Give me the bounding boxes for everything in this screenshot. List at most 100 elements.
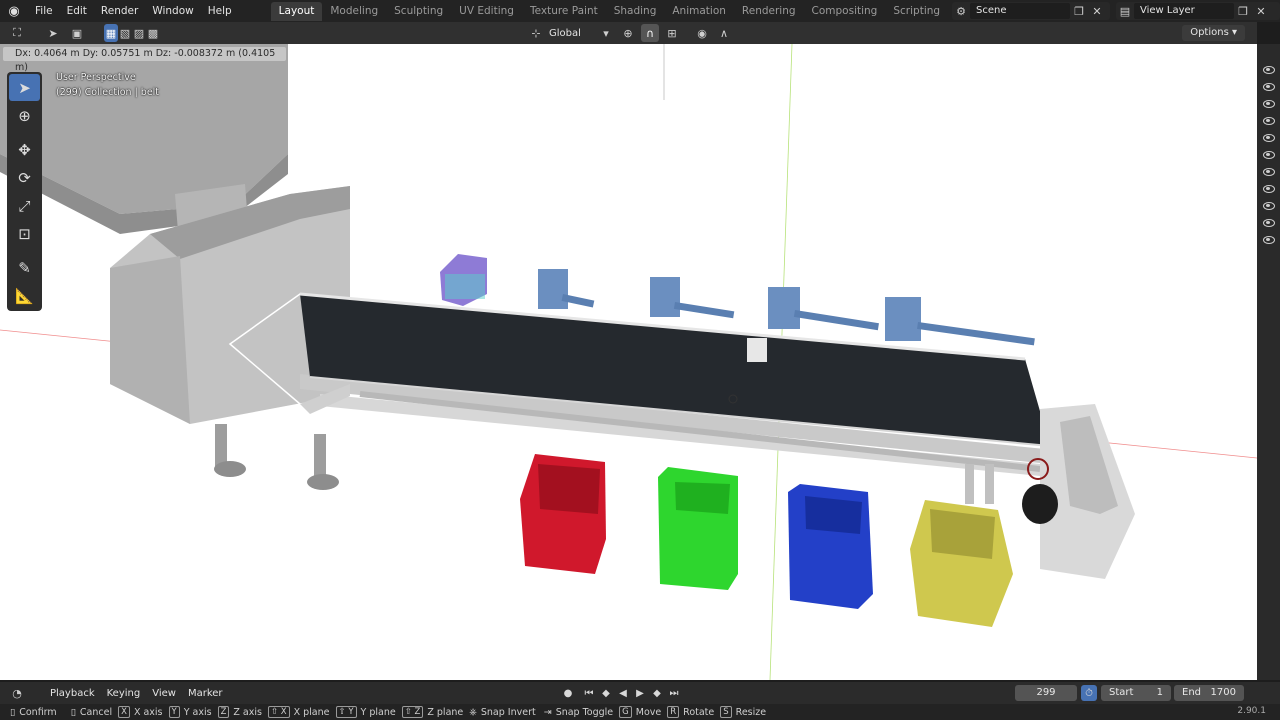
visibility-eye-icon[interactable] [1263, 66, 1275, 74]
menu-window[interactable]: Window [145, 0, 200, 22]
package-item [747, 338, 767, 362]
menu-playback[interactable]: Playback [44, 688, 101, 699]
visibility-eye-icon[interactable] [1263, 168, 1275, 176]
rotate-icon[interactable]: ⟳ [9, 164, 40, 191]
select-box-icon[interactable]: ➤ [9, 74, 40, 101]
select-tool-icon[interactable]: ➤ [44, 24, 62, 42]
visibility-eye-icon[interactable] [1263, 83, 1275, 91]
snap-toggle-icon[interactable]: ∩ [641, 24, 659, 42]
mode-intersect-icon[interactable]: ▩ [146, 24, 160, 42]
visibility-eye-icon[interactable] [1263, 185, 1275, 193]
key-shift-z: ⇧ Z [401, 706, 424, 718]
cursor-icon[interactable]: ⊕ [9, 102, 40, 129]
key-x: X [118, 706, 130, 718]
tab-animation[interactable]: Animation [664, 2, 734, 21]
menu-render[interactable]: Render [94, 0, 145, 22]
end-value: 1700 [1210, 687, 1236, 698]
proportional-falloff-icon[interactable]: ∧ [715, 24, 733, 42]
visibility-eye-icon[interactable] [1263, 151, 1275, 159]
blender-logo-icon[interactable]: ◉ [0, 0, 28, 22]
version-label: 2.90.1 [1237, 706, 1266, 716]
visibility-eye-icon[interactable] [1263, 219, 1275, 227]
select-box-mode-icon[interactable]: ▣ [68, 24, 86, 42]
status-z-axis: Z axis [233, 706, 262, 718]
mode-set-icon[interactable]: ▦ [104, 24, 118, 42]
tab-shading[interactable]: Shading [606, 2, 665, 21]
3d-viewport[interactable]: User Perspective (299) Collection | belt [0, 44, 1257, 680]
belt-leg [985, 464, 994, 504]
end-frame-field[interactable]: End 1700 [1174, 685, 1244, 701]
visibility-eye-icon[interactable] [1263, 134, 1275, 142]
sensor-arm-4 [885, 297, 1035, 346]
tab-uv-editing[interactable]: UV Editing [451, 2, 522, 21]
menu-edit[interactable]: Edit [60, 0, 94, 22]
status-resize: Resize [735, 706, 767, 718]
delete-scene-icon[interactable]: ✕ [1088, 2, 1106, 20]
collection-label: (299) Collection | belt [56, 87, 160, 98]
scene-name-field[interactable]: Scene [970, 3, 1070, 19]
new-scene-icon[interactable]: ❐ [1070, 2, 1088, 20]
move-icon[interactable]: ✥ [9, 136, 40, 163]
status-x-plane: X plane [293, 706, 330, 718]
bin-yellow [910, 500, 1013, 627]
tab-sculpting[interactable]: Sculpting [386, 2, 451, 21]
jump-start-icon[interactable]: ⏮ [581, 685, 597, 701]
shift-tab-icon: ⇥ [543, 706, 552, 718]
play-reverse-icon[interactable]: ◀ [615, 685, 631, 701]
editor-type-icon[interactable]: ⛶ [8, 24, 26, 42]
snap-target-icon[interactable]: ⊞ [663, 24, 681, 42]
timeline-editor-icon[interactable]: ◔ [8, 684, 26, 702]
visibility-eye-icon[interactable] [1263, 202, 1275, 210]
belt-leg [965, 464, 974, 504]
orientation-dropdown[interactable]: Global [549, 28, 593, 39]
menu-view[interactable]: View [146, 688, 182, 699]
start-value: 1 [1156, 687, 1163, 698]
start-frame-field[interactable]: Start 1 [1101, 685, 1171, 701]
delete-view-layer-icon[interactable]: ✕ [1252, 2, 1270, 20]
playback-controls: ● ⏮ ◆ ◀ ▶ ◆ ⏭ [560, 685, 682, 701]
key-g: G [619, 706, 632, 718]
mode-subtract-icon[interactable]: ▨ [132, 24, 146, 42]
jump-keyframe-back-icon[interactable]: ◆ [598, 685, 614, 701]
view-layer-icon[interactable]: ▤ [1116, 2, 1134, 20]
options-button[interactable]: Options ▾ [1182, 25, 1245, 41]
tab-scripting[interactable]: Scripting [885, 2, 948, 21]
pivot-point-icon[interactable]: ⊕ [619, 24, 637, 42]
scale-icon[interactable]: ⤢ [9, 192, 40, 219]
new-view-layer-icon[interactable]: ❐ [1234, 2, 1252, 20]
mouse-left-icon: ▯ [10, 706, 16, 718]
tab-rendering[interactable]: Rendering [734, 2, 804, 21]
tab-compositing[interactable]: Compositing [804, 2, 886, 21]
menu-marker[interactable]: Marker [182, 688, 229, 699]
jump-end-icon[interactable]: ⏭ [666, 685, 682, 701]
bin-red [520, 454, 606, 574]
menu-keying[interactable]: Keying [101, 688, 147, 699]
tab-layout[interactable]: Layout [270, 1, 323, 21]
status-z-plane: Z plane [427, 706, 464, 718]
viewport-scene[interactable] [0, 44, 1257, 680]
status-confirm: Confirm [19, 706, 57, 718]
record-icon[interactable]: ● [560, 685, 576, 701]
tab-texture-paint[interactable]: Texture Paint [522, 2, 606, 21]
play-icon[interactable]: ▶ [632, 685, 648, 701]
menu-file[interactable]: File [28, 0, 60, 22]
visibility-eye-icon[interactable] [1263, 117, 1275, 125]
visibility-eye-icon[interactable] [1263, 100, 1275, 108]
mode-extend-icon[interactable]: ▧ [118, 24, 132, 42]
drag-info-readout: Dx: 0.4064 m Dy: 0.05751 m Dz: -0.008372… [3, 47, 286, 73]
jump-keyframe-forward-icon[interactable]: ◆ [649, 685, 665, 701]
menu-help[interactable]: Help [201, 0, 239, 22]
tab-modeling[interactable]: Modeling [322, 2, 386, 21]
status-y-plane: Y plane [360, 706, 396, 718]
scene-icon[interactable]: ⚙ [952, 2, 970, 20]
status-cancel: Cancel [79, 706, 113, 718]
current-frame-field[interactable]: 299 [1015, 685, 1077, 701]
key-shift-x: ⇧ X [267, 706, 290, 718]
view-layer-name-field[interactable]: View Layer [1134, 3, 1234, 19]
annotate-icon[interactable]: ✎ [9, 254, 40, 281]
visibility-eye-icon[interactable] [1263, 236, 1275, 244]
auto-keying-clock-icon[interactable]: ⏱ [1081, 685, 1097, 701]
measure-icon[interactable]: 📐 [9, 282, 40, 309]
transform-icon[interactable]: ⊡ [9, 220, 40, 247]
proportional-edit-icon[interactable]: ◉ [693, 24, 711, 42]
